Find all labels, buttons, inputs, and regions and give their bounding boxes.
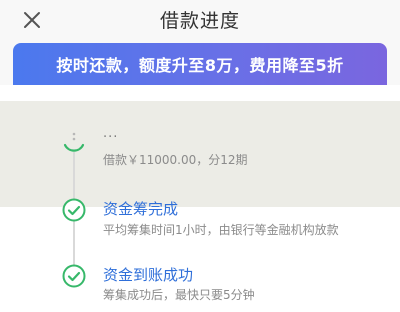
- check-circle-icon: [62, 264, 86, 288]
- page-title: 借款进度: [159, 10, 240, 32]
- promo-banner-text: 按时还款，额度升至8万，费用降至5折: [56, 56, 344, 75]
- timeline-step-desc: 筹集成功后，最快只要5分钟: [103, 288, 255, 302]
- timeline-step-title: ...: [103, 126, 119, 141]
- banner-spacer: [0, 85, 400, 101]
- check-circle-icon: [63, 132, 85, 152]
- check-circle-icon: [62, 198, 86, 222]
- timeline-step-title: 资金筹完成: [103, 200, 179, 218]
- timeline-step-desc: 借款￥11000.00，分12期: [103, 153, 248, 167]
- timeline-step-title: 资金到账成功: [103, 266, 194, 284]
- header: 借款进度: [0, 0, 400, 40]
- timeline-step-desc: 平均筹集时间1小时，由银行等金融机构放款: [103, 223, 339, 237]
- promo-banner[interactable]: 按时还款，额度升至8万，费用降至5折: [13, 43, 387, 85]
